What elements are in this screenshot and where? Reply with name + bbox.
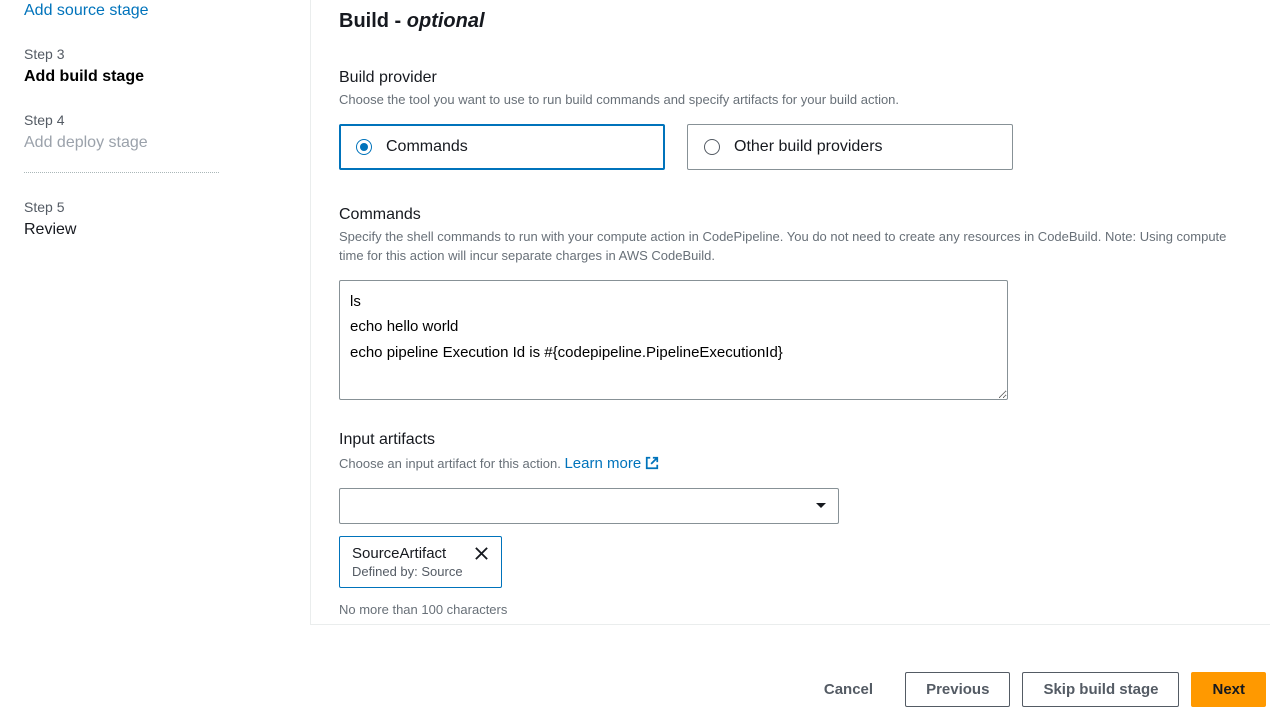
cancel-button[interactable]: Cancel [804, 673, 893, 706]
learn-more-link[interactable]: Learn more [564, 453, 659, 475]
close-icon[interactable] [474, 546, 489, 561]
title-prefix: Build [339, 10, 395, 32]
sidebar-step-5[interactable]: Step 5 Review [24, 199, 310, 239]
wizard-sidebar: Add source stage Step 3 Add build stage … [0, 0, 310, 715]
input-artifacts-label: Input artifacts [339, 431, 1242, 449]
sidebar-step-4: Step 4 Add deploy stage [24, 112, 310, 173]
step-title: Add deploy stage [24, 134, 310, 152]
external-link-icon [645, 456, 659, 470]
divider [24, 172, 219, 173]
constraint-text: No more than 100 characters [339, 602, 1242, 617]
title-dash: - [395, 10, 407, 32]
input-artifacts-select[interactable] [339, 488, 839, 524]
sidebar-step-3[interactable]: Step 3 Add build stage [24, 46, 310, 86]
add-source-stage-link[interactable]: Add source stage [24, 2, 310, 20]
commands-help: Specify the shell commands to run with y… [339, 228, 1242, 266]
chip-name: SourceArtifact [352, 545, 446, 562]
commands-textarea[interactable] [339, 280, 1008, 400]
input-artifacts-help: Choose an input artifact for this action… [339, 453, 1242, 475]
main-panel: Build - optional Build provider Choose t… [310, 0, 1270, 625]
step-number: Step 5 [24, 199, 310, 215]
radio-label: Commands [386, 138, 468, 156]
step-title: Add build stage [24, 68, 310, 86]
commands-field: Commands Specify the shell commands to r… [339, 206, 1242, 403]
artifact-chip: SourceArtifact Defined by: Source [339, 536, 502, 588]
title-optional: optional [407, 10, 485, 32]
commands-label: Commands [339, 206, 1242, 224]
previous-button[interactable]: Previous [905, 672, 1010, 707]
next-button[interactable]: Next [1191, 672, 1266, 707]
radio-icon [356, 139, 372, 155]
radio-icon [704, 139, 720, 155]
build-provider-label: Build provider [339, 69, 1242, 87]
step-number: Step 4 [24, 112, 310, 128]
radio-commands[interactable]: Commands [339, 124, 665, 170]
page-title: Build - optional [339, 10, 1242, 33]
build-provider-field: Build provider Choose the tool you want … [339, 69, 1242, 170]
chip-sub: Defined by: Source [352, 564, 489, 579]
radio-label: Other build providers [734, 138, 883, 156]
skip-build-stage-button[interactable]: Skip build stage [1022, 672, 1179, 707]
input-artifacts-field: Input artifacts Choose an input artifact… [339, 431, 1242, 618]
step-title: Review [24, 221, 310, 239]
build-provider-help: Choose the tool you want to use to run b… [339, 91, 1242, 110]
step-number: Step 3 [24, 46, 310, 62]
radio-other-build-providers[interactable]: Other build providers [687, 124, 1013, 170]
footer-actions: Cancel Previous Skip build stage Next [0, 672, 1266, 707]
